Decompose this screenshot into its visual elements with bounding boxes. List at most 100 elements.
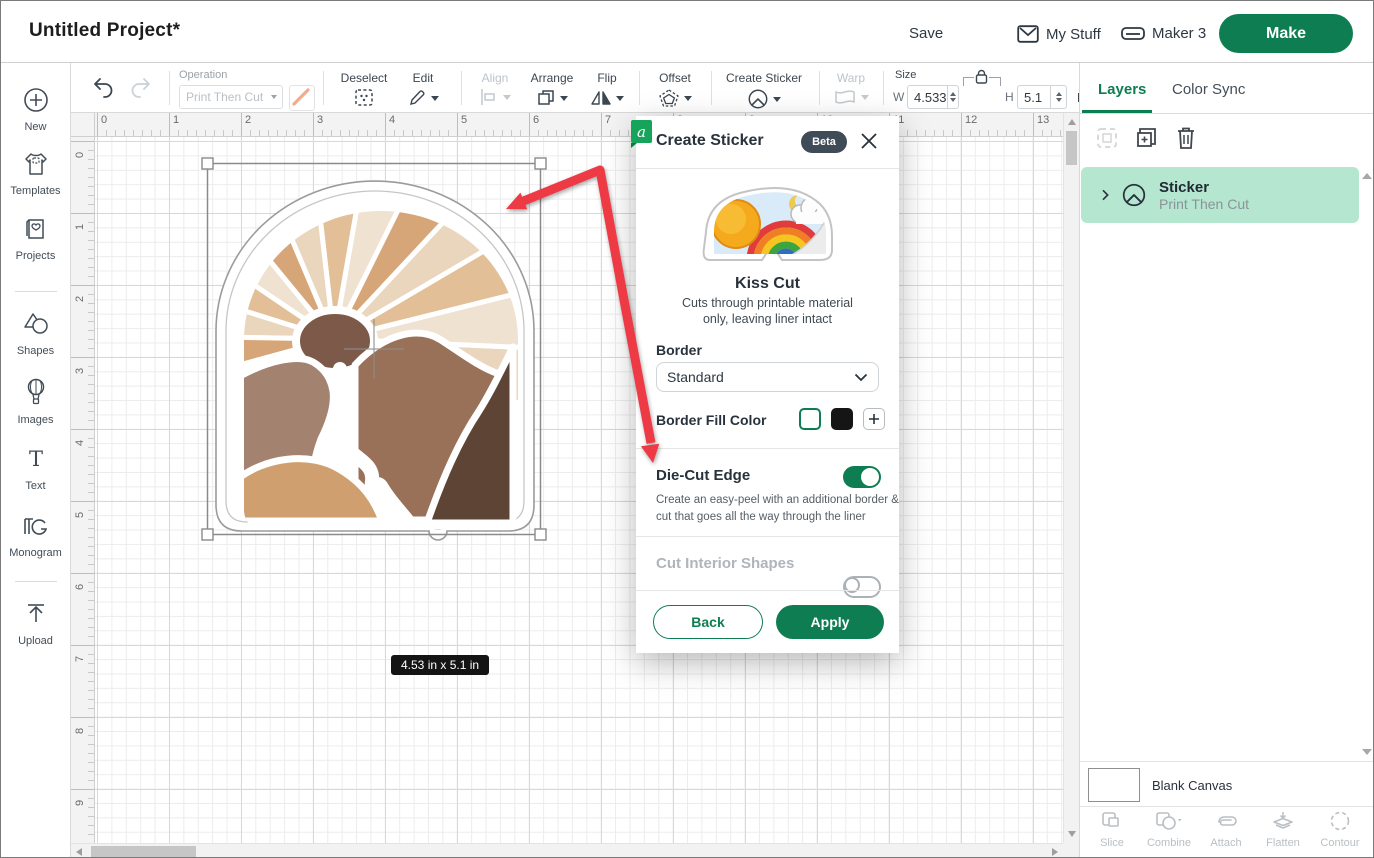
edit-button[interactable]: Edit <box>399 71 447 108</box>
horizontal-scroll-thumb[interactable] <box>91 846 196 857</box>
apply-label: Apply <box>811 614 850 630</box>
resize-handle-nw[interactable] <box>202 158 213 169</box>
sticker-selection[interactable] <box>201 154 547 546</box>
duplicate-button[interactable] <box>1134 125 1162 153</box>
operation-dropdown[interactable]: Print Then Cut <box>179 85 283 109</box>
ruler-tick-label: 6 <box>74 576 86 590</box>
sidebar-item-projects[interactable]: Projects <box>1 216 70 262</box>
panel-scroll-down-icon[interactable] <box>1362 749 1372 755</box>
ruler-horizontal: 0 1 2 3 4 5 6 7 8 9 10 11 12 13 <box>95 113 1063 137</box>
width-stepper[interactable] <box>947 86 958 108</box>
make-label: Make <box>1266 25 1306 43</box>
chevron-down-icon <box>773 97 781 102</box>
scroll-right-arrow-icon[interactable] <box>1052 848 1058 856</box>
project-title[interactable]: Untitled Project* <box>29 20 180 42</box>
my-stuff-button[interactable]: My Stuff <box>1017 25 1101 43</box>
ruler-tick-label: 2 <box>74 288 86 302</box>
plus-icon <box>868 413 880 425</box>
sidebar-item-monogram[interactable]: Monogram <box>1 513 70 559</box>
sidebar-item-new[interactable]: New <box>1 87 70 133</box>
flip-icon <box>590 88 612 108</box>
scroll-left-arrow-icon[interactable] <box>76 848 82 856</box>
deselect-label: Deselect <box>333 71 395 85</box>
back-button[interactable]: Back <box>653 605 763 639</box>
sidebar-divider <box>15 581 57 582</box>
chevron-down-icon <box>560 96 568 101</box>
chevron-right-icon[interactable] <box>1097 187 1113 203</box>
border-dropdown[interactable]: Standard <box>656 362 879 392</box>
align-label: Align <box>471 71 519 85</box>
canvas-area[interactable]: 0 1 2 3 4 5 6 7 8 9 10 11 12 13 0 1 2 3 … <box>71 113 1063 843</box>
sidebar-item-upload[interactable]: Upload <box>1 601 70 647</box>
horizontal-scrollbar[interactable] <box>71 843 1063 858</box>
save-label: Save <box>909 25 943 42</box>
operation-label: Operation <box>179 69 227 81</box>
edit-toolbar: Operation Print Then Cut Deselect Edit A… <box>71 63 1079 113</box>
width-field[interactable]: 4.533 <box>907 85 959 109</box>
scroll-down-arrow-icon[interactable] <box>1068 831 1076 837</box>
width-label: W <box>893 90 904 104</box>
size-lock-button[interactable] <box>974 69 989 89</box>
vertical-scrollbar[interactable] <box>1063 113 1079 843</box>
apply-button[interactable]: Apply <box>776 605 884 639</box>
height-stepper[interactable] <box>1050 86 1066 108</box>
machine-selector[interactable]: Maker 3 <box>1121 25 1206 42</box>
close-icon[interactable] <box>858 130 880 152</box>
create-sticker-button[interactable]: Create Sticker <box>719 71 809 110</box>
layer-row-sticker[interactable]: Sticker Print Then Cut <box>1081 167 1359 223</box>
contour-label: Contour <box>1312 837 1368 849</box>
delete-button[interactable] <box>1174 125 1202 153</box>
cut-interior-shapes-label: Cut Interior Shapes <box>656 555 794 572</box>
add-color-button[interactable] <box>863 408 885 430</box>
operation-color-swatch[interactable] <box>289 85 315 111</box>
kiss-cut-title: Kiss Cut <box>636 275 899 293</box>
sidebar-label: New <box>1 121 70 133</box>
save-button[interactable]: Save <box>909 25 943 42</box>
border-fill-swatch-black[interactable] <box>831 408 853 430</box>
top-bar: Untitled Project* Save My Stuff Maker 3 … <box>1 1 1373 63</box>
resize-handle-sw[interactable] <box>202 529 213 540</box>
ruler-tick-label: 0 <box>74 144 86 158</box>
blank-canvas-swatch[interactable] <box>1088 768 1140 802</box>
shapes-icon <box>22 311 50 337</box>
back-label: Back <box>691 614 724 630</box>
chevron-down-icon <box>503 95 511 100</box>
vertical-scroll-thumb[interactable] <box>1066 131 1077 165</box>
width-value: 4.533 <box>908 90 947 105</box>
flip-button[interactable]: Flip <box>585 71 629 108</box>
cut-interior-shapes-toggle[interactable] <box>843 576 881 598</box>
cricut-access-tag-icon: a <box>631 120 652 143</box>
make-button[interactable]: Make <box>1219 14 1353 53</box>
die-cut-edge-toggle[interactable] <box>843 466 881 488</box>
sidebar-item-images[interactable]: Images <box>1 378 70 426</box>
my-stuff-label: My Stuff <box>1046 26 1101 43</box>
height-field[interactable]: 5.1 <box>1017 85 1067 109</box>
sidebar-item-templates[interactable]: Templates <box>1 151 70 197</box>
redo-button[interactable] <box>129 76 153 103</box>
arrange-button[interactable]: Arrange <box>523 71 581 108</box>
blank-canvas-row[interactable]: Blank Canvas <box>1080 761 1374 807</box>
sidebar-item-text[interactable]: T Text <box>1 446 70 492</box>
slice-icon <box>1100 810 1124 832</box>
sidebar-label: Images <box>1 414 70 426</box>
step-up-icon <box>1056 92 1062 96</box>
offset-label: Offset <box>649 71 701 85</box>
tab-layers[interactable]: Layers <box>1098 81 1146 98</box>
resize-handle-se[interactable] <box>535 529 546 540</box>
scroll-up-arrow-icon[interactable] <box>1068 119 1076 125</box>
die-cut-description: Create an easy-peel with an additional b… <box>656 494 899 506</box>
ruler-tick-label: 8 <box>74 720 86 734</box>
lock-icon <box>975 69 988 84</box>
deselect-button[interactable]: Deselect <box>333 71 395 111</box>
sidebar-item-shapes[interactable]: Shapes <box>1 311 70 357</box>
die-cut-edge-label: Die-Cut Edge <box>656 467 750 484</box>
resize-handle-ne[interactable] <box>535 158 546 169</box>
panel-scroll-up-icon[interactable] <box>1362 173 1372 179</box>
height-value: 5.1 <box>1018 90 1050 105</box>
border-fill-swatch-white[interactable] <box>799 408 821 430</box>
kiss-cut-illustration <box>698 178 838 270</box>
tab-color-sync[interactable]: Color Sync <box>1172 81 1245 98</box>
combine-button: Combine <box>1141 810 1197 849</box>
offset-button[interactable]: Offset <box>649 71 701 108</box>
undo-button[interactable] <box>91 76 115 103</box>
